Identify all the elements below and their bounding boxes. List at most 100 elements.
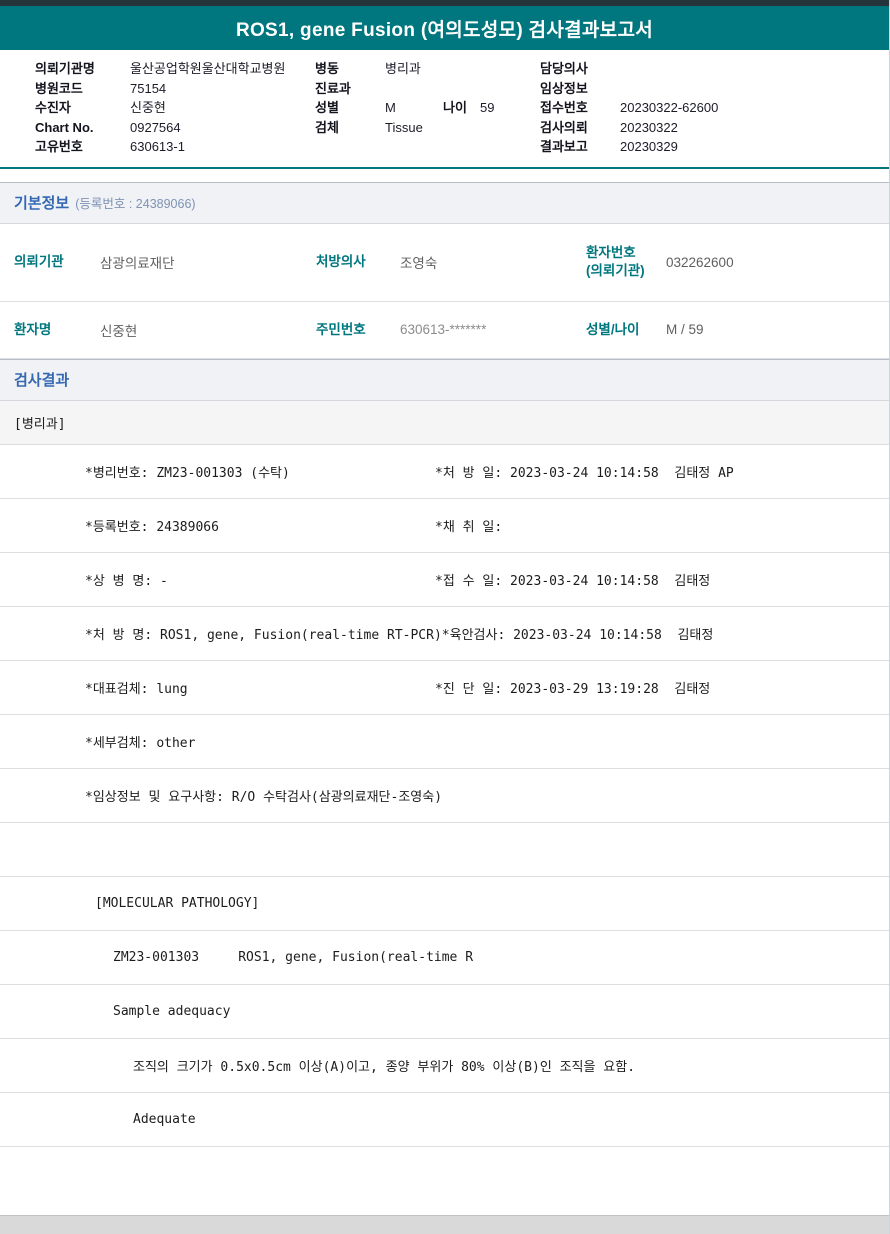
basic-info-row: 환자명 신중현 주민번호 630613-******* 성별/나이 M / 59 [0,302,889,359]
report-page: ROS1, gene Fusion (여의도성모) 검사결과보고서 의뢰기관명 … [0,0,890,1234]
result-row: *상 병 명: - *접 수 일: 2023-03-24 10:14:58 김태… [0,553,889,607]
field-value: 신중현 [100,320,316,340]
result-category-row: [병리과] [0,401,889,445]
field-value: 032262600 [666,255,889,270]
result-text-left: *병리번호: ZM23-001303 (수탁) [0,462,435,481]
result-row: ZM23-001303 ROS1, gene, Fusion(real-time… [0,931,889,985]
field-value: 0927564 [130,118,181,138]
field-row: 병동 병리과 [315,59,540,79]
field-label: 검체 [315,118,385,138]
field-label: 임상정보 [540,79,620,99]
field-value: 75154 [130,79,166,99]
result-text-left: *상 병 명: - [0,570,435,589]
field-label: 접수번호 [540,98,620,118]
patient-header: 의뢰기관명 울산공업학원울산대학교병원 병원코드 75154 수진자 신중현 C… [0,50,889,169]
patient-header-right-column: 담당의사 임상정보 접수번호 20230322-62600 검사의뢰 20230… [540,59,889,157]
field-value: Tissue [385,118,423,138]
molecular-heading: [MOLECULAR PATHOLOGY] [0,896,259,911]
field-value: 20230329 [620,137,678,157]
result-row: *세부검체: other [0,715,889,769]
field-value: 20230322-62600 [620,98,718,118]
field-row: 검사의뢰 20230322 [540,118,889,138]
field-value: 630613-1 [130,137,185,157]
field-value: 울산공업학원울산대학교병원 [130,59,285,79]
field-label: 수진자 [35,98,130,118]
field-row: 고유번호 630613-1 [35,137,315,157]
field-row: 의뢰기관명 울산공업학원울산대학교병원 [35,59,315,79]
molecular-line: Adequate [0,1112,196,1127]
result-row: *처 방 명: ROS1, gene, Fusion(real-time RT-… [0,607,889,661]
section-basic-info-header: 기본정보 (등록번호 : 24389066) [0,182,889,224]
field-label: 진료과 [315,79,385,99]
field-value: 59 [480,98,494,118]
result-row: [MOLECULAR PATHOLOGY] [0,877,889,931]
field-row: Chart No. 0927564 [35,118,315,138]
result-text-left: *임상정보 및 요구사항: R/O 수탁검사(삼광의료재단-조영숙) [0,786,442,805]
report-title-bar: ROS1, gene Fusion (여의도성모) 검사결과보고서 [0,6,889,50]
field-row: 결과보고 20230329 [540,137,889,157]
result-row: 조직의 크기가 0.5x0.5cm 이상(A)이고, 종양 부위가 80% 이상… [0,1039,889,1093]
field-row: 수진자 신중현 [35,98,315,118]
field-row: 접수번호 20230322-62600 [540,98,889,118]
result-text-left: *처 방 명: ROS1, gene, Fusion(real-time RT-… [0,624,442,643]
field-label: 의뢰기관명 [35,59,130,79]
result-text-right: *채 취 일: [435,516,889,535]
field-row: 성별 M 나이 59 [315,98,540,118]
result-text-right: *처 방 일: 2023-03-24 10:14:58 김태정 AP [435,462,889,481]
result-row: Sample adequacy [0,985,889,1039]
field-value: 삼광의료재단 [100,252,316,272]
section-gap [0,169,889,182]
field-row: 진료과 [315,79,540,99]
result-row: *임상정보 및 요구사항: R/O 수탁검사(삼광의료재단-조영숙) [0,769,889,823]
patient-header-middle-column: 병동 병리과 진료과 성별 M 나이 59 검체 Tissue [315,59,540,157]
field-label: 나이 [443,98,480,118]
field-value: 신중현 [130,98,166,118]
field-value: M / 59 [666,322,889,337]
field-label: 환자번호(의뢰기관) [586,244,666,279]
field-label: 처방의사 [316,253,400,271]
report-title: ROS1, gene Fusion (여의도성모) 검사결과보고서 [236,15,653,42]
field-row: 병원코드 75154 [35,79,315,99]
field-label: 성별 [315,98,385,118]
patient-header-left-column: 의뢰기관명 울산공업학원울산대학교병원 병원코드 75154 수진자 신중현 C… [35,59,315,157]
field-label: 병동 [315,59,385,79]
field-row: 검체 Tissue [315,118,540,138]
result-text-right: *접 수 일: 2023-03-24 10:14:58 김태정 [435,570,889,589]
section-results-header: 검사결과 [0,359,889,401]
field-label: 병원코드 [35,79,130,99]
section-title: 기본정보 [14,192,69,213]
result-text-left: *등록번호: 24389066 [0,516,435,535]
result-row: Adequate [0,1093,889,1147]
field-label: Chart No. [35,118,130,138]
section-subtitle: (등록번호 : 24389066) [75,193,195,212]
field-label: 고유번호 [35,137,130,157]
field-label: 담당의사 [540,59,620,79]
field-value: 조영숙 [400,252,586,272]
result-row: *등록번호: 24389066 *채 취 일: [0,499,889,553]
result-row-empty [0,823,889,877]
field-value: 병리과 [385,59,421,79]
result-text-left: *대표검체: lung [0,678,435,697]
result-text-left: *세부검체: other [0,732,435,751]
field-value: M [385,98,443,118]
field-label: 환자명 [14,321,100,339]
result-row: *대표검체: lung *진 단 일: 2023-03-29 13:19:28 … [0,661,889,715]
field-label: 주민번호 [316,321,400,339]
result-row: *병리번호: ZM23-001303 (수탁) *처 방 일: 2023-03-… [0,445,889,499]
field-label: 결과보고 [540,137,620,157]
field-label: 검사의뢰 [540,118,620,138]
result-text-right: *진 단 일: 2023-03-29 13:19:28 김태정 [435,678,889,697]
molecular-line: Sample adequacy [0,1004,230,1019]
field-label: 성별/나이 [586,321,666,339]
result-text-right: *육안검사: 2023-03-24 10:14:58 김태정 [442,624,889,643]
field-value: 630613-******* [400,322,586,337]
field-row: 임상정보 [540,79,889,99]
molecular-line: 조직의 크기가 0.5x0.5cm 이상(A)이고, 종양 부위가 80% 이상… [0,1056,635,1075]
molecular-line: ZM23-001303 ROS1, gene, Fusion(real-time… [0,950,473,965]
result-category: [병리과] [14,413,66,432]
field-label: 의뢰기관 [14,253,100,271]
field-value: 20230322 [620,118,678,138]
horizontal-scrollbar[interactable] [0,1215,889,1234]
section-title: 검사결과 [14,369,69,390]
field-row: 담당의사 [540,59,889,79]
